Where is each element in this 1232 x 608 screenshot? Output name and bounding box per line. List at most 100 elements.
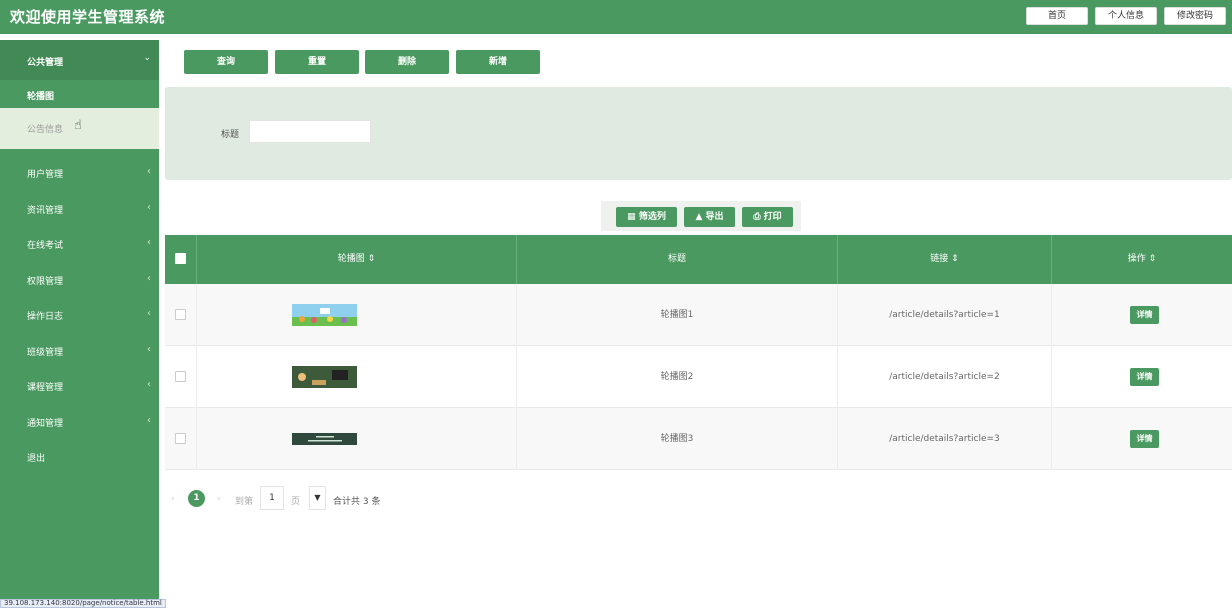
export-label: 导出	[705, 212, 724, 222]
chevron-left-icon: ‹	[147, 379, 151, 390]
delete-button[interactable]: 删除	[365, 50, 449, 74]
sidebar-item-logout[interactable]: 退出	[0, 441, 159, 471]
page-size-select[interactable]: ▼	[309, 486, 326, 510]
detail-button[interactable]: 详情	[1130, 306, 1159, 324]
print-button[interactable]: ⎙ 打印	[742, 207, 793, 227]
page-number-current[interactable]: 1	[188, 490, 205, 507]
detail-button[interactable]: 详情	[1130, 368, 1159, 386]
action-cell: 详情	[1052, 408, 1232, 470]
total-count: 合计共 3 条	[333, 497, 381, 507]
chevron-left-icon: ‹	[147, 166, 151, 177]
print-label: 打印	[763, 212, 782, 222]
sidebar-item-courses[interactable]: 课程管理 ‹	[0, 370, 159, 400]
sidebar-item-label: 班级管理	[27, 348, 64, 358]
table-row: 轮播图1 /article/details?article=1 详情	[165, 284, 1232, 346]
profile-button[interactable]: 个人信息	[1095, 7, 1157, 25]
sidebar-item-carousel[interactable]: 轮播图	[2, 82, 156, 107]
column-header-label: 标题	[667, 254, 686, 264]
search-panel: 标题	[165, 87, 1232, 180]
browser-status-url: 39.108.173.140:8020/page/notice/table.ht…	[0, 599, 166, 608]
title-search-input[interactable]	[249, 120, 371, 143]
pagination: ‹ 1 › 到第 1 页 ▼ 合计共 3 条	[165, 486, 565, 510]
link-cell: /article/details?article=2	[838, 346, 1052, 408]
app-title: 欢迎使用学生管理系统	[10, 8, 166, 26]
sidebar-item-users[interactable]: 用户管理 ‹	[0, 157, 159, 187]
column-header-label: 操作	[1127, 254, 1146, 264]
goto-page-input[interactable]: 1	[260, 486, 284, 510]
filter-columns-button[interactable]: ▦ 筛选列	[616, 207, 677, 227]
row-select-cell	[165, 408, 197, 470]
sidebar: 公共管理 ⌄ 轮播图 公告信息 ☝ 用户管理 ‹ 资讯管理 ‹ 在线考试 ‹ 权…	[0, 40, 159, 608]
action-cell: 详情	[1052, 284, 1232, 346]
sidebar-item-label: 权限管理	[27, 277, 64, 287]
filter-columns-label: 筛选列	[638, 212, 666, 222]
table-row: 轮播图2 /article/details?article=2 详情	[165, 346, 1232, 408]
hand-cursor-icon: ☝	[74, 118, 82, 133]
action-cell: 详情	[1052, 346, 1232, 408]
sidebar-item-label: 资讯管理	[27, 206, 64, 216]
sort-icon: ⇕	[951, 254, 959, 264]
print-icon: ⎙	[753, 212, 761, 222]
table-header: 轮播图 ⇕ 标题 链接 ⇕ 操作 ⇕	[165, 235, 1232, 284]
next-page-icon[interactable]: ›	[217, 494, 221, 504]
chevron-left-icon: ‹	[147, 415, 151, 426]
column-header-label: 轮播图	[337, 254, 365, 264]
top-header: 欢迎使用学生管理系统 首页 个人信息 修改密码	[0, 0, 1232, 34]
sidebar-item-label: 操作日志	[27, 312, 64, 322]
goto-label: 到第	[235, 497, 254, 507]
carousel-thumbnail	[292, 433, 357, 445]
sidebar-item-label: 用户管理	[27, 170, 64, 180]
sidebar-item-news[interactable]: 资讯管理 ‹	[0, 193, 159, 223]
link-cell: /article/details?article=1	[838, 284, 1052, 346]
row-checkbox[interactable]	[175, 309, 186, 320]
image-cell	[197, 346, 517, 408]
column-header-link[interactable]: 链接 ⇕	[838, 235, 1052, 284]
title-cell: 轮播图2	[517, 346, 838, 408]
add-button[interactable]: 新增	[456, 50, 540, 74]
reset-button[interactable]: 重置	[275, 50, 359, 74]
sidebar-item-label: 课程管理	[27, 383, 64, 393]
chevron-left-icon: ‹	[147, 308, 151, 319]
query-button[interactable]: 查询	[184, 50, 268, 74]
export-button[interactable]: ▲ 导出	[684, 207, 735, 227]
sidebar-item-logs[interactable]: 操作日志 ‹	[0, 299, 159, 329]
sort-icon: ⇕	[1148, 254, 1157, 264]
chevron-left-icon: ‹	[147, 237, 151, 248]
sidebar-group-public[interactable]: 公共管理 ⌄	[0, 40, 159, 80]
chevron-left-icon: ‹	[147, 344, 151, 355]
sidebar-item-notifications[interactable]: 通知管理 ‹	[0, 406, 159, 436]
sidebar-item-label: 退出	[27, 454, 46, 464]
page-unit-label: 页	[291, 497, 301, 507]
row-checkbox[interactable]	[175, 433, 186, 444]
carousel-thumbnail	[292, 366, 357, 388]
sidebar-item-label: 在线考试	[27, 241, 64, 251]
select-all-cell	[165, 235, 197, 284]
table-toolbar: ▦ 筛选列 ▲ 导出 ⎙ 打印	[601, 201, 801, 231]
carousel-thumbnail	[292, 304, 357, 326]
column-header-action[interactable]: 操作 ⇕	[1052, 235, 1232, 284]
image-cell	[197, 408, 517, 470]
chevron-down-icon: ▼	[314, 493, 321, 502]
sort-icon: ⇕	[367, 254, 376, 264]
chevron-left-icon: ‹	[147, 202, 151, 213]
sidebar-item-classes[interactable]: 班级管理 ‹	[0, 335, 159, 365]
column-header-title: 标题	[517, 235, 838, 284]
select-all-checkbox[interactable]	[175, 253, 186, 264]
home-button[interactable]: 首页	[1026, 7, 1088, 25]
detail-button[interactable]: 详情	[1130, 430, 1159, 448]
row-checkbox[interactable]	[175, 371, 186, 382]
image-cell	[197, 284, 517, 346]
row-select-cell	[165, 346, 197, 408]
title-cell: 轮播图1	[517, 284, 838, 346]
title-field-label: 标题	[221, 130, 240, 140]
sidebar-item-label: 公告信息	[27, 125, 64, 135]
column-header-image[interactable]: 轮播图 ⇕	[197, 235, 517, 284]
sidebar-item-notice[interactable]: 公告信息 ☝	[0, 108, 159, 149]
chevron-left-icon: ‹	[147, 273, 151, 284]
prev-page-icon[interactable]: ‹	[171, 494, 175, 504]
sidebar-item-permissions[interactable]: 权限管理 ‹	[0, 264, 159, 294]
columns-icon: ▦	[627, 212, 636, 222]
change-password-button[interactable]: 修改密码	[1164, 7, 1226, 25]
sidebar-item-exam[interactable]: 在线考试 ‹	[0, 228, 159, 258]
chevron-down-icon: ⌄	[143, 53, 151, 63]
